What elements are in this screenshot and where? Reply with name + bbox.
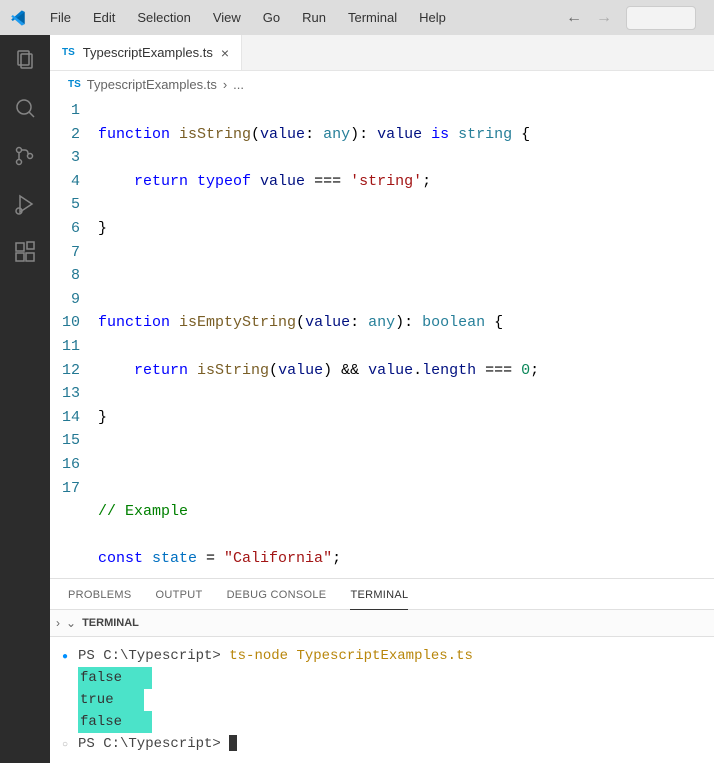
typescript-file-icon: TS	[62, 47, 75, 58]
panel-tab-debug-console[interactable]: DEBUG CONSOLE	[227, 589, 327, 609]
activity-bar	[0, 35, 50, 763]
search-icon[interactable]	[12, 95, 38, 121]
typescript-file-icon: TS	[68, 79, 81, 90]
tab-typescript-examples[interactable]: TS TypescriptExamples.ts ×	[50, 35, 242, 70]
tab-label: TypescriptExamples.ts	[83, 45, 213, 60]
menu-help[interactable]: Help	[409, 6, 456, 29]
code-editor[interactable]: 123 456 789 101112 131415 1617 function …	[50, 97, 714, 578]
inactive-terminal-dot-icon: ○	[62, 735, 68, 757]
breadcrumbs[interactable]: TS TypescriptExamples.ts › ...	[50, 71, 714, 97]
breadcrumb-separator: ›	[223, 77, 227, 92]
menu-go[interactable]: Go	[253, 6, 290, 29]
extensions-icon[interactable]	[12, 239, 38, 265]
terminal-command: ts-node TypescriptExamples.ts	[229, 648, 473, 664]
explorer-icon[interactable]	[12, 47, 38, 73]
code-content[interactable]: function isString(value: any): value is …	[98, 99, 714, 578]
terminal-cursor	[229, 735, 237, 751]
menu-run[interactable]: Run	[292, 6, 336, 29]
terminal-prompt: PS C:\Typescript>	[78, 648, 229, 664]
menu-selection[interactable]: Selection	[127, 6, 200, 29]
editor-tabs: TS TypescriptExamples.ts ×	[50, 35, 714, 71]
nav-back-icon[interactable]: ←	[566, 9, 582, 27]
terminal-output-line: true	[78, 689, 144, 711]
menu-file[interactable]: File	[40, 6, 81, 29]
active-terminal-dot-icon: ●	[62, 647, 68, 669]
terminal-body[interactable]: ● PS C:\Typescript> ts-node TypescriptEx…	[50, 637, 714, 763]
breadcrumb-more[interactable]: ...	[233, 77, 244, 92]
terminal-section-header[interactable]: › ⌄ TERMINAL	[50, 610, 714, 637]
terminal-output-line: false	[78, 667, 152, 689]
menu-terminal[interactable]: Terminal	[338, 6, 407, 29]
source-control-icon[interactable]	[12, 143, 38, 169]
breadcrumb-file[interactable]: TypescriptExamples.ts	[87, 77, 217, 92]
chevron-right-icon: ›	[56, 616, 60, 630]
run-debug-icon[interactable]	[12, 191, 38, 217]
panel-tab-terminal[interactable]: TERMINAL	[350, 589, 408, 610]
chevron-down-icon: ⌄	[66, 616, 76, 630]
editor-area: TS TypescriptExamples.ts × TS Typescript…	[50, 35, 714, 763]
nav-forward-icon[interactable]: →	[596, 9, 612, 27]
command-center-input[interactable]	[626, 6, 696, 30]
close-tab-icon[interactable]: ×	[221, 45, 229, 61]
panel-tab-output[interactable]: OUTPUT	[156, 589, 203, 609]
panel-tab-problems[interactable]: PROBLEMS	[68, 589, 132, 609]
terminal-prompt: PS C:\Typescript>	[78, 736, 229, 752]
title-bar: File Edit Selection View Go Run Terminal…	[0, 0, 714, 35]
bottom-panel: PROBLEMS OUTPUT DEBUG CONSOLE TERMINAL ›…	[50, 578, 714, 763]
terminal-output-line: false	[78, 711, 152, 733]
panel-tab-bar: PROBLEMS OUTPUT DEBUG CONSOLE TERMINAL	[50, 579, 714, 610]
menu-view[interactable]: View	[203, 6, 251, 29]
menu-edit[interactable]: Edit	[83, 6, 125, 29]
line-number-gutter: 123 456 789 101112 131415 1617	[50, 99, 98, 578]
vscode-logo-icon	[8, 8, 28, 28]
terminal-section-label: TERMINAL	[82, 617, 139, 629]
